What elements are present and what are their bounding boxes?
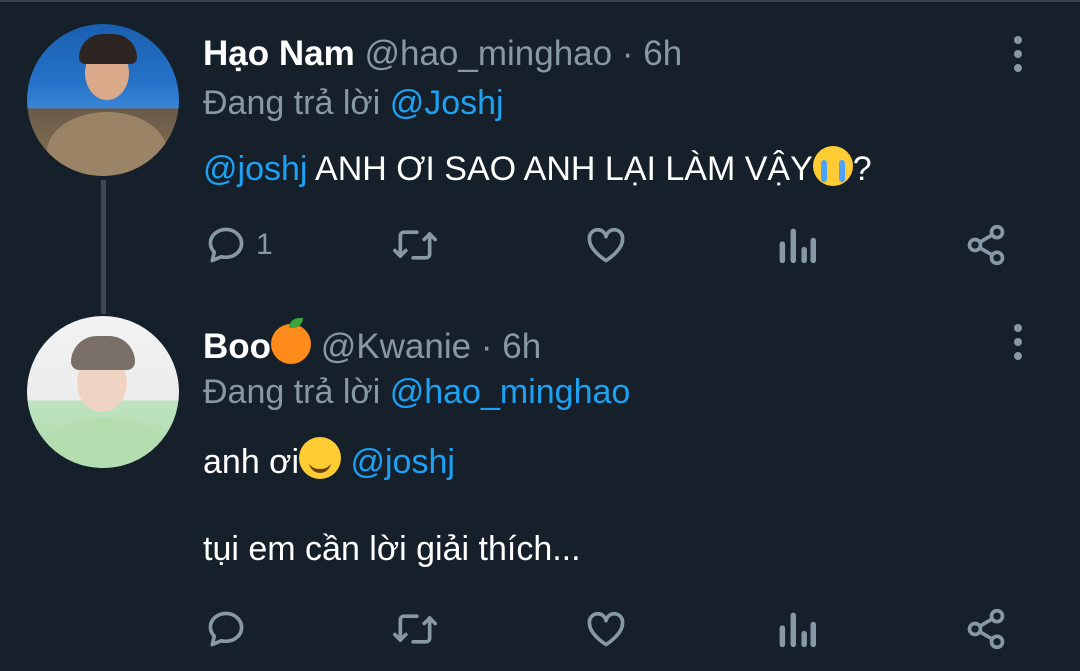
more-icon[interactable] [1008,36,1028,76]
replying-to-label: Đang trả lời [203,84,381,122]
user-handle[interactable]: @hao_minghao [364,34,612,73]
analytics-icon [779,612,816,648]
retweet-button[interactable] [390,604,440,654]
replying-to-link[interactable]: @Joshj [390,84,504,122]
tangerine-icon [271,318,312,364]
display-name[interactable]: Boo [203,327,271,366]
tweet-text: @joshj ANH ƠI SAO ANH LẠI LÀM VẬY? [203,146,872,189]
reply-icon [208,227,244,263]
like-button[interactable] [584,604,628,654]
tweet-text: anh ơi @joshj [203,437,455,482]
more-icon[interactable] [1008,324,1028,364]
tweet-text-suffix: ? [852,150,872,188]
tweet-actions [0,604,1080,654]
replying-to: Đang trả lời @hao_minghao [203,373,630,412]
share-button[interactable] [964,220,1008,270]
mention-link[interactable]: @joshj [350,443,454,481]
replying-to-label: Đang trả lời [203,373,381,411]
replying-to-link[interactable]: @hao_minghao [390,373,631,411]
loudly-crying-face-icon [812,146,853,186]
tweet-header: Boo @Kwanie · 6h [203,318,541,367]
tweet-text-content: anh ơi [203,443,300,481]
retweet-button[interactable] [390,220,440,270]
analytics-button[interactable] [776,604,816,654]
reply-button[interactable]: 1 [204,220,273,270]
separator: · [480,327,493,366]
tweet-header: Hạo Nam @hao_minghao · 6h [203,34,682,74]
reply-button[interactable] [204,604,248,654]
timestamp[interactable]: 6h [502,327,541,366]
like-icon [587,611,625,647]
share-button[interactable] [964,604,1008,654]
separator: · [621,34,634,73]
reply-icon [208,611,244,647]
avatar[interactable] [27,316,179,468]
replying-to: Đang trả lời @Joshj [203,84,504,123]
timestamp[interactable]: 6h [643,34,682,73]
top-divider [0,0,1080,2]
retweet-icon [393,614,437,644]
analytics-button[interactable] [776,220,816,270]
user-handle[interactable]: @Kwanie [321,327,471,366]
share-icon [967,608,1005,650]
share-icon [967,224,1005,266]
smiling-face-icon [299,437,342,479]
tweet-actions: 1 [0,220,1080,270]
mention-link[interactable]: @joshj [203,150,307,188]
avatar[interactable] [27,24,179,176]
reply-count: 1 [256,228,273,261]
retweet-icon [393,230,437,260]
tweet-text-content: ANH ƠI SAO ANH LẠI LÀM VẬY [315,150,813,188]
analytics-icon [779,228,816,264]
like-button[interactable] [584,220,628,270]
tweet-text-line2: tụi em cần lời giải thích... [203,530,581,568]
like-icon [587,227,625,263]
display-name[interactable]: Hạo Nam [203,34,355,73]
